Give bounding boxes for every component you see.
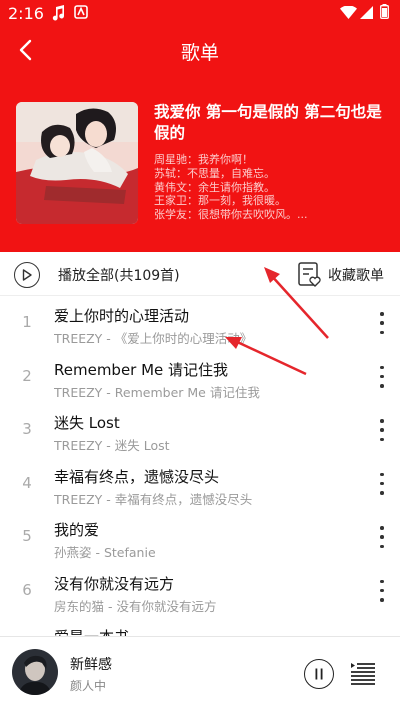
song-title: 没有你就没有远方 [54, 574, 175, 593]
song-title: 爱是一本书 [54, 626, 364, 636]
song-row[interactable]: 5 我的爱 孙燕姿 - Stefanie [0, 510, 400, 564]
playlist-header: 2:16 歌单 我爱你 第一句是假的 第二句也是假的 周星驰：我养你啊！ 苏轼：… [0, 0, 400, 252]
song-index: 2 [22, 366, 32, 385]
playlist-actions-bar: 播放全部(共109首) 收藏歌单 [0, 252, 400, 296]
status-bar: 2:16 [0, 0, 400, 26]
more-vertical-icon[interactable] [374, 579, 390, 602]
song-index: 4 [22, 473, 32, 492]
song-subtitle: TREEZY - 《爱上你时的心理活动》 [54, 331, 253, 346]
song-title: Remember Me 请记住我 [54, 360, 229, 379]
song-subtitle: TREEZY - 幸福有终点，遗憾没尽头 [54, 491, 253, 507]
playlist-description[interactable]: 周星驰：我养你啊！ 苏轼：不思量，自难忘。 黄伟文：余生请你指教。 王家卫：那一… [154, 153, 384, 222]
collect-playlist-label: 收藏歌单 [328, 268, 384, 284]
cover-illustration [16, 102, 138, 224]
playlist-queue-icon [351, 663, 375, 685]
song-row[interactable]: 3 迷失 Lost TREEZY - 迷失 Lost [0, 403, 400, 457]
nav-bar: 歌单 [0, 26, 400, 76]
description-line: 王家卫：那一刻，我很暖。 [154, 194, 286, 208]
page-title: 歌单 [180, 42, 219, 64]
play-all-button[interactable]: 播放全部(共109首) [14, 260, 180, 290]
more-vertical-icon[interactable] [374, 526, 390, 548]
description-line: 黄伟文：余生请你指教。 [154, 180, 275, 194]
description-line: 周星驰：我养你啊！ [154, 153, 253, 166]
now-playing-title: 新鲜感 [70, 657, 112, 673]
play-all-label: 播放全部(共109首) [58, 268, 180, 284]
song-subtitle: TREEZY - Remember Me 请记住我 [54, 384, 260, 400]
wifi-icon [340, 6, 357, 19]
more-vertical-icon[interactable] [374, 419, 390, 441]
song-subtitle: 房东的猫 - 没有你就没有远方 [54, 598, 217, 614]
music-note-icon [52, 5, 65, 21]
pause-circle-icon [315, 668, 323, 680]
description-line: 苏轼：不思量，自难忘。 [154, 166, 275, 180]
play-circle-icon [14, 262, 40, 288]
song-index: 3 [22, 420, 32, 438]
song-row[interactable]: 2 Remember Me 请记住我 TREEZY - Remember Me … [0, 350, 400, 404]
song-title: 幸福有终点，遗憾没尽头 [54, 467, 220, 486]
song-subtitle: 孙燕姿 - Stefanie [54, 545, 156, 560]
playlist-queue-button[interactable] [350, 661, 376, 687]
playlist-page: 2:16 歌单 我爱你 第一句是假的 第二句也是假的 周星驰：我养你啊！ 苏轼：… [0, 0, 400, 710]
song-row[interactable]: 6 没有你就没有远方 房东的猫 - 没有你就没有远方 [0, 564, 400, 618]
song-row[interactable]: 4 幸福有终点，遗憾没尽头 TREEZY - 幸福有终点，遗憾没尽头 [0, 457, 400, 511]
collect-playlist-icon [298, 262, 321, 287]
song-row[interactable]: 1 爱上你时的心理活动 TREEZY - 《爱上你时的心理活动》 [0, 296, 400, 350]
signal-icon [360, 6, 373, 19]
song-list: 1 爱上你时的心理活动 TREEZY - 《爱上你时的心理活动》 2 Remem… [0, 296, 400, 636]
app-notification-icon [74, 5, 88, 19]
pause-button[interactable] [304, 659, 334, 689]
mini-player[interactable]: 新鲜感 颜人中 [0, 636, 400, 710]
more-vertical-icon[interactable] [374, 312, 390, 334]
song-index: 6 [22, 580, 32, 599]
song-title: 我的爱 [54, 521, 100, 539]
more-vertical-icon[interactable] [374, 472, 390, 495]
description-line: 张学友：很想带你去吹吹风。... [154, 208, 308, 222]
status-time: 2:16 [8, 4, 44, 23]
playlist-title: 我爱你 第一句是假的 第二句也是假的 [154, 103, 382, 142]
cover-photo [12, 649, 58, 695]
collect-playlist-button[interactable]: 收藏歌单 [298, 261, 384, 289]
battery-icon [380, 4, 389, 19]
now-playing-artist: 颜人中 [70, 679, 107, 693]
now-playing-cover[interactable] [12, 649, 58, 695]
playlist-cover-image[interactable] [16, 102, 138, 224]
song-title: 爱上你时的心理活动 [54, 307, 190, 325]
song-index: 5 [22, 527, 32, 545]
song-subtitle: TREEZY - 迷失 Lost [54, 438, 170, 453]
song-row[interactable]: 7 爱是一本书 [0, 617, 400, 636]
more-vertical-icon[interactable] [374, 365, 390, 388]
song-index: 1 [22, 313, 32, 331]
song-title: 迷失 Lost [54, 414, 120, 432]
